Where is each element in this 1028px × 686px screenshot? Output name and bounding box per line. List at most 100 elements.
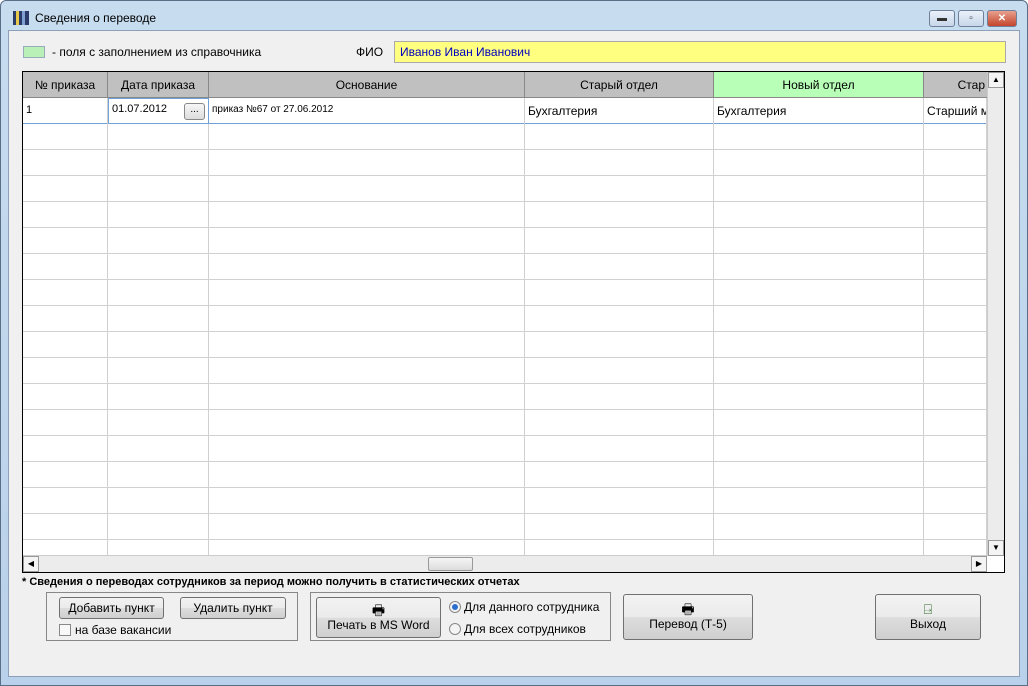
grid-cell[interactable] — [924, 462, 987, 488]
grid-cell[interactable] — [924, 150, 987, 176]
grid-cell[interactable] — [209, 332, 525, 358]
grid-cell[interactable] — [924, 410, 987, 436]
grid-cell[interactable] — [209, 150, 525, 176]
grid-cell[interactable] — [23, 124, 108, 150]
table-row-empty[interactable] — [23, 358, 987, 384]
grid-cell[interactable] — [924, 358, 987, 384]
scroll-down-button[interactable]: ▼ — [988, 540, 1004, 556]
grid-cell[interactable] — [714, 358, 924, 384]
table-row-empty[interactable] — [23, 436, 987, 462]
table-row-empty[interactable] — [23, 280, 987, 306]
grid-cell[interactable] — [714, 254, 924, 280]
grid-cell[interactable] — [108, 384, 209, 410]
grid-cell[interactable] — [23, 462, 108, 488]
grid-cell[interactable] — [525, 306, 714, 332]
grid-cell[interactable] — [525, 332, 714, 358]
grid-cell[interactable] — [924, 306, 987, 332]
grid-cell[interactable] — [924, 228, 987, 254]
cell-order-date[interactable]: 01.07.2012 ... — [108, 98, 209, 124]
grid-cell[interactable] — [108, 410, 209, 436]
grid-cell[interactable] — [924, 384, 987, 410]
table-row-empty[interactable] — [23, 488, 987, 514]
add-item-button[interactable]: Добавить пункт — [59, 597, 164, 619]
print-word-button[interactable]: 🖶 Печать в MS Word — [316, 597, 441, 638]
delete-item-button[interactable]: Удалить пункт — [180, 597, 286, 619]
grid-cell[interactable] — [23, 280, 108, 306]
radio-all-employees-label[interactable]: Для всех сотрудников — [464, 622, 586, 636]
grid-cell[interactable] — [108, 436, 209, 462]
grid-cell[interactable] — [525, 124, 714, 150]
cell-new-dept[interactable]: Бухгалтерия — [714, 98, 924, 124]
grid-cell[interactable] — [209, 306, 525, 332]
table-row-empty[interactable] — [23, 384, 987, 410]
grid-cell[interactable] — [714, 150, 924, 176]
grid-cell[interactable] — [108, 358, 209, 384]
grid-cell[interactable] — [924, 280, 987, 306]
cell-order-number[interactable]: 1 — [23, 98, 108, 124]
grid-cell[interactable] — [23, 436, 108, 462]
grid-cell[interactable] — [108, 514, 209, 540]
grid-cell[interactable] — [525, 280, 714, 306]
grid-cell[interactable] — [924, 514, 987, 540]
grid-cell[interactable] — [108, 254, 209, 280]
grid-cell[interactable] — [714, 462, 924, 488]
scroll-up-button[interactable]: ▲ — [988, 72, 1004, 88]
grid-cell[interactable] — [525, 384, 714, 410]
grid-cell[interactable] — [714, 332, 924, 358]
grid-cell[interactable] — [209, 410, 525, 436]
grid-cell[interactable] — [23, 488, 108, 514]
grid-cell[interactable] — [924, 124, 987, 150]
radio-all-employees[interactable] — [449, 623, 461, 635]
vertical-scrollbar[interactable]: ▲ ▼ — [987, 72, 1004, 556]
grid-cell[interactable] — [714, 514, 924, 540]
grid-cell[interactable] — [108, 202, 209, 228]
grid-cell[interactable] — [209, 384, 525, 410]
grid-cell[interactable] — [108, 488, 209, 514]
cell-basis[interactable]: приказ №67 от 27.06.2012 — [209, 98, 525, 124]
horizontal-scroll-thumb[interactable] — [428, 557, 473, 571]
grid-cell[interactable] — [209, 280, 525, 306]
grid-cell[interactable] — [209, 176, 525, 202]
close-button[interactable]: ✕ — [987, 10, 1017, 27]
radio-this-employee[interactable] — [449, 601, 461, 613]
grid-cell[interactable] — [525, 254, 714, 280]
grid-cell[interactable] — [23, 332, 108, 358]
grid-cell[interactable] — [525, 202, 714, 228]
fio-field[interactable]: Иванов Иван Иванович — [394, 41, 1006, 63]
grid-cell[interactable] — [924, 488, 987, 514]
grid-cell[interactable] — [23, 410, 108, 436]
table-row-empty[interactable] — [23, 332, 987, 358]
cell-old-position[interactable]: Старший м — [924, 98, 987, 124]
grid-cell[interactable] — [525, 410, 714, 436]
vacancy-checkbox[interactable] — [59, 624, 71, 636]
grid-cell[interactable] — [209, 124, 525, 150]
table-row-empty[interactable] — [23, 514, 987, 540]
scroll-right-button[interactable]: ▶ — [971, 556, 987, 572]
grid-cell[interactable] — [525, 358, 714, 384]
radio-this-employee-label[interactable]: Для данного сотрудника — [464, 600, 599, 614]
table-row-empty[interactable] — [23, 228, 987, 254]
grid-cell[interactable] — [23, 228, 108, 254]
grid-cell[interactable] — [714, 306, 924, 332]
exit-button[interactable]: ⍈ Выход — [875, 594, 981, 640]
column-header-order-date[interactable]: Дата приказа — [108, 72, 209, 98]
grid-cell[interactable] — [525, 436, 714, 462]
grid-cell[interactable] — [924, 332, 987, 358]
grid-cell[interactable] — [108, 332, 209, 358]
column-header-new-dept[interactable]: Новый отдел — [714, 72, 924, 98]
grid-cell[interactable] — [209, 436, 525, 462]
maximize-button[interactable]: ▫ — [958, 10, 984, 27]
minimize-button[interactable]: ▬ — [929, 10, 955, 27]
grid-cell[interactable] — [714, 176, 924, 202]
grid-cell[interactable] — [23, 306, 108, 332]
grid-cell[interactable] — [108, 306, 209, 332]
grid-cell[interactable] — [525, 150, 714, 176]
table-row[interactable]: 1 01.07.2012 ... приказ №67 от 27.06.201… — [23, 98, 987, 124]
grid-cell[interactable] — [23, 202, 108, 228]
grid-cell[interactable] — [108, 124, 209, 150]
table-row-empty[interactable] — [23, 150, 987, 176]
grid-cell[interactable] — [23, 150, 108, 176]
grid-cell[interactable] — [525, 462, 714, 488]
table-row-empty[interactable] — [23, 462, 987, 488]
grid-cell[interactable] — [108, 150, 209, 176]
